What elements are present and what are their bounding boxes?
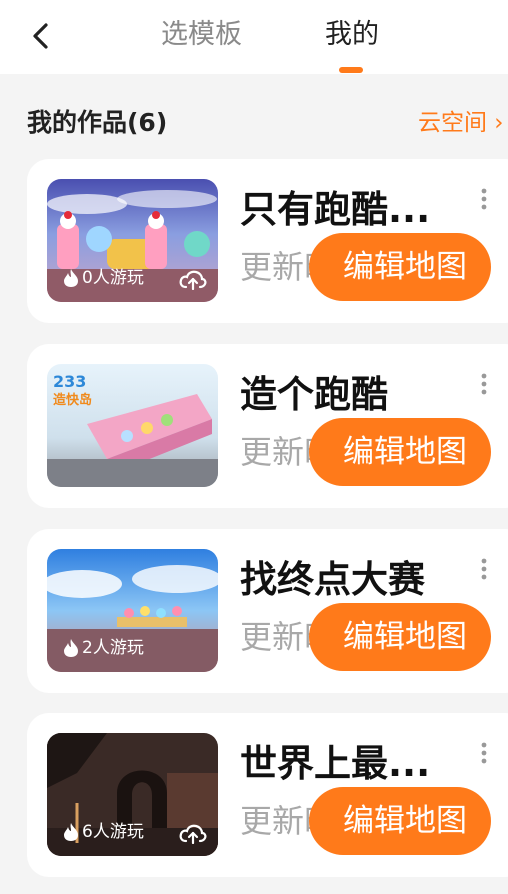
active-tab-indicator [339,67,363,73]
edit-map-button[interactable]: 编辑地图 [309,418,491,486]
play-count: 6人游玩 [63,822,144,842]
more-options-icon[interactable] [477,557,491,581]
top-header: 选模板 我的 [0,0,508,74]
my-works-title: 我的作品(6) [27,108,168,137]
work-thumbnail[interactable]: 2人游玩 [47,549,218,672]
work-thumbnail[interactable]: 0人游玩 [47,179,218,302]
cloud-space-link[interactable]: 云空间 › [418,108,504,138]
svg-text:造快岛: 造快岛 [53,392,92,408]
svg-text:233: 233 [53,372,86,391]
cloud-upload-icon[interactable] [178,822,208,844]
more-options-icon[interactable] [477,187,491,211]
edit-map-button[interactable]: 编辑地图 [309,233,491,301]
work-card[interactable]: 2人游玩 找终点大赛 更新时间 8 编辑地图 [27,529,508,693]
work-card[interactable]: 6人游玩 世界上最... 更新时间 8 编辑地图 [27,713,508,877]
edit-map-button[interactable]: 编辑地图 [309,603,491,671]
work-title: 找终点大赛 [240,558,425,601]
cloud-upload-icon[interactable] [178,268,208,290]
fire-icon [64,639,78,657]
more-options-icon[interactable] [477,741,491,765]
work-title: 世界上最... [240,742,431,785]
play-count: 0人游玩 [63,268,144,288]
work-card[interactable]: 233 造快岛 造个跑酷 更新时间 8 编辑地图 [27,344,508,508]
work-thumbnail[interactable]: 233 造快岛 [47,364,218,487]
play-count: 2人游玩 [63,638,144,658]
work-card[interactable]: 0人游玩 只有跑酷... 更新时间 8 编辑地图 [27,159,508,323]
back-arrow-icon[interactable] [26,20,56,52]
more-options-icon[interactable] [477,372,491,396]
tab-mine[interactable]: 我的 [325,16,379,54]
edit-map-button[interactable]: 编辑地图 [309,787,491,855]
work-title: 只有跑酷... [240,188,431,231]
fire-icon [64,823,78,841]
tab-choose-template[interactable]: 选模板 [161,16,242,54]
work-thumbnail[interactable]: 6人游玩 [47,733,218,856]
fire-icon [64,269,78,287]
work-title: 造个跑酷 [240,373,388,416]
